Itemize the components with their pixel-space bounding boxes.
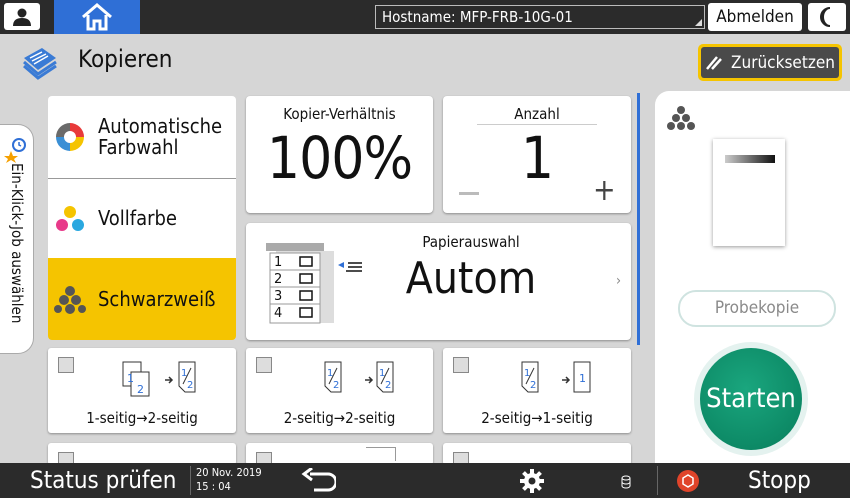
scrollbar[interactable] [637,93,640,345]
energy-saver-button[interactable] [808,3,846,31]
svg-text:3: 3 [274,289,282,304]
settings-icon[interactable] [519,468,545,498]
count-title: Anzahl [514,105,560,123]
logout-button[interactable]: Abmelden [708,3,802,31]
stop-icon[interactable] [676,469,700,497]
chevron-right-icon: › [616,273,622,289]
duplex-1-to-2[interactable]: 1212 1-seitig→2-seitig [48,348,236,433]
ratio-title: Kopier-Verhältnis [283,105,396,123]
start-button[interactable]: Starten [700,348,802,450]
reset-button[interactable]: Zurücksetzen [698,44,842,81]
reset-label: Zurücksetzen [731,52,835,73]
document-preview [713,139,785,246]
bottom-bar: Status prüfen 20 Nov. 2019 15 : 04 Stopp [0,463,850,498]
paper-title: Papierauswahl [422,233,520,251]
paper-value: Autom [405,253,537,304]
option-card-partial[interactable] [246,443,433,468]
one-click-job-tab[interactable]: Ein-Klick-Job auswählen [0,124,34,354]
svg-text:2: 2 [333,380,339,391]
duplex-2-to-1[interactable]: 121 2-seitig→1-seitig [443,348,631,433]
svg-text:2: 2 [385,380,391,391]
svg-text:4: 4 [274,306,282,321]
svg-text:2: 2 [187,380,193,391]
color-mode-bw[interactable]: Schwarzweiß [48,258,236,340]
hostname-display[interactable]: Hostname: MFP-FRB-10G-01 [375,5,705,29]
duplex-1-to-2-label: 1-seitig→2-seitig [86,409,198,427]
one-click-job-label: Ein-Klick-Job auswählen [8,163,26,324]
back-icon[interactable] [300,466,338,496]
stack-icon [366,447,396,461]
duplex-2-to-2[interactable]: 1212 2-seitig→2-seitig [246,348,433,433]
paper-select-card[interactable]: 1 2 3 4 Papierauswahl Autom › [246,223,631,340]
user-button[interactable] [4,3,40,30]
datetime: 20 Nov. 2019 15 : 04 [196,466,262,494]
top-bar: Hostname: MFP-FRB-10G-01 Abmelden [0,0,850,34]
blackwhite-icon [54,284,86,314]
home-icon [82,3,112,31]
user-icon [13,8,31,26]
duplex-2-to-2-icon: 1212 [246,356,433,404]
storage-icon [621,474,631,493]
color-mode-fullcolor-label: Vollfarbe [98,206,178,230]
color-mode-auto-label: Automatische Farbwahl [98,114,223,159]
color-mode-auto[interactable]: Automatische Farbwahl [48,96,236,178]
svg-text:1: 1 [127,372,134,385]
favorite-clock-icon [4,138,26,163]
svg-text:2: 2 [137,383,144,396]
paper-tray-icon: 1 2 3 4 [266,239,376,329]
sample-copy-button[interactable]: Probekopie [678,290,836,327]
svg-text:2: 2 [274,272,282,287]
duplex-2-to-1-icon: 121 [443,356,631,404]
fullcolor-icon [54,204,86,234]
time-label: 15 : 04 [196,480,231,493]
duplex-2-to-2-label: 2-seitig→2-seitig [283,409,396,427]
option-card-partial[interactable] [48,443,236,468]
home-button[interactable] [54,0,140,34]
status-check-button[interactable]: Status prüfen [30,466,177,494]
color-mode-bw-label: Schwarzweiß [98,286,216,311]
svg-text:1: 1 [579,372,586,385]
option-card-partial[interactable] [443,443,631,468]
moon-icon [820,7,831,27]
eraser-icon [706,55,722,70]
copy-app-icon [20,44,60,84]
blackwhite-icon [667,105,695,135]
svg-text:1: 1 [274,255,282,270]
duplex-1-to-2-icon: 1212 [48,356,236,404]
svg-text:1: 1 [327,368,333,379]
ratio-card[interactable]: Kopier-Verhältnis 100% [246,96,433,213]
svg-text:1: 1 [181,368,187,379]
increment-button[interactable]: + [593,176,616,206]
auto-color-icon [54,121,86,153]
date-label: 20 Nov. 2019 [196,466,262,479]
decrement-button[interactable] [459,192,479,195]
svg-text:1: 1 [524,368,530,379]
page-title: Kopieren [78,45,173,73]
copy-count-card[interactable]: Anzahl 1 + [443,96,631,213]
color-mode-fullcolor[interactable]: Vollfarbe [48,179,236,258]
svg-text:2: 2 [530,380,536,391]
ratio-value: 100% [266,124,413,192]
duplex-2-to-1-label: 2-seitig→1-seitig [481,409,593,427]
svg-text:1: 1 [379,368,385,379]
stop-button[interactable]: Stopp [748,466,811,494]
